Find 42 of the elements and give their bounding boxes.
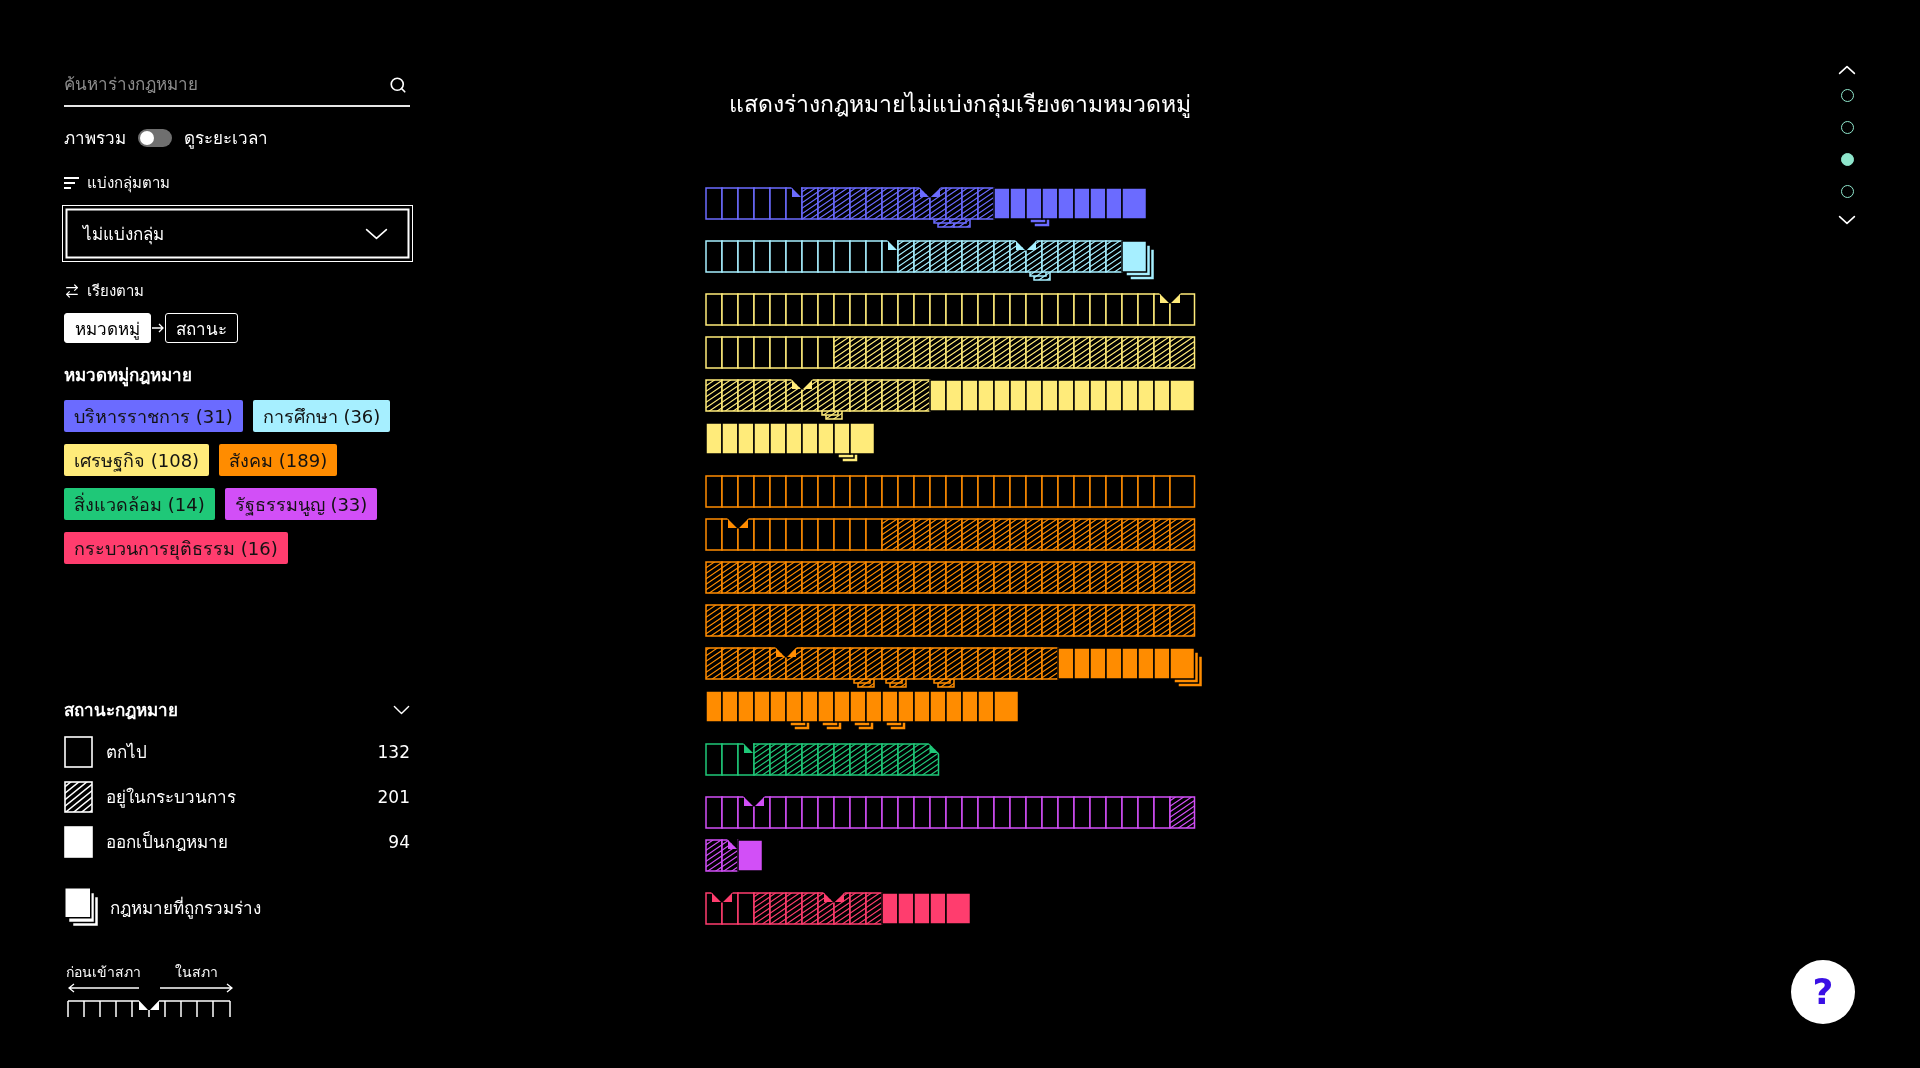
category-chip[interactable]: กระบวนการยุติธรรม (16) [64, 532, 288, 564]
sort-chip[interactable]: สถานะ [165, 313, 238, 343]
sort-chip[interactable]: หมวดหมู่ [64, 313, 151, 343]
in-parliament-label: ในสภา [175, 963, 218, 981]
category-chip[interactable]: รัฐธรรมนูญ (33) [224, 488, 378, 520]
category-chip[interactable]: สังคม (189) [219, 444, 338, 476]
lines-icon [64, 177, 79, 189]
group-by-select[interactable]: ไม่แบ่งกลุ่ม [62, 205, 413, 262]
category-chip[interactable]: บริหารราชการ (31) [64, 400, 243, 432]
view-toggle[interactable] [138, 129, 172, 147]
sort-by-label: เรียงตาม [87, 281, 144, 302]
status-count: 132 [377, 741, 410, 764]
help-button[interactable]: ? [1791, 960, 1855, 1024]
chevron-down-icon [365, 227, 388, 240]
search-icon[interactable] [389, 76, 407, 94]
status-label: ตกไป [106, 741, 147, 764]
stacked-pages-icon [64, 887, 100, 928]
before-parliament-label: ก่อนเข้าสภา [65, 963, 141, 981]
categories-heading: หมวดหมู่กฎหมาย [64, 364, 192, 387]
stage-scale-icon [67, 1000, 231, 1018]
group-by-label: แบ่งกลุ่มตาม [87, 173, 170, 195]
status-heading: สถานะกฎหมาย [64, 699, 178, 722]
right-arrow-icon [152, 323, 164, 333]
merged-label: กฎหมายที่ถูกรวมร่าง [110, 895, 261, 920]
chevron-down-icon[interactable] [1838, 215, 1856, 225]
status-label: อยู่ในกระบวนการ [106, 786, 236, 809]
status-count: 201 [377, 786, 410, 809]
section-dot[interactable] [1840, 153, 1854, 166]
category-chip[interactable]: เศรษฐกิจ (108) [64, 444, 210, 476]
left-arrow-icon [67, 983, 139, 993]
category-chip[interactable]: สิ่งแวดล้อม (14) [64, 488, 215, 520]
chart-title: แสดงร่างกฎหมายไม่แบ่งกลุ่มเรียงตามหมวดหมู่ [729, 90, 1191, 120]
swap-arrows-icon [64, 283, 80, 299]
category-chip[interactable]: การศึกษา (36) [252, 400, 391, 432]
search-field[interactable]: ค้นหาร่างกฎหมาย [64, 65, 410, 107]
status-count: 94 [388, 831, 410, 854]
chevron-up-icon[interactable] [1838, 65, 1856, 75]
chevron-down-icon[interactable] [393, 705, 410, 715]
status-label: ออกเป็นกฎหมาย [106, 830, 228, 854]
duration-label: ดูระยะเวลา [184, 127, 268, 150]
overview-label: ภาพรวม [64, 127, 126, 150]
right-arrow-icon [160, 983, 233, 993]
